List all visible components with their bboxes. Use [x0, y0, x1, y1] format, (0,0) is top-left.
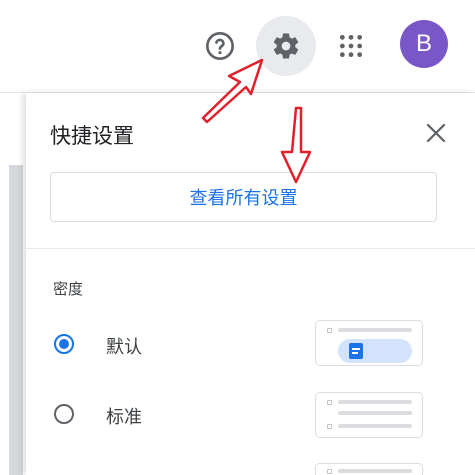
radio-button-standard[interactable]: [54, 404, 74, 424]
apps-grid-icon: [339, 34, 363, 58]
help-button[interactable]: [198, 24, 242, 68]
see-all-settings-button[interactable]: 查看所有设置: [50, 172, 437, 222]
panel-title: 快捷设置: [50, 124, 134, 148]
density-preview-default: [315, 320, 423, 366]
account-avatar[interactable]: B: [400, 20, 448, 68]
panel-divider: [26, 248, 475, 249]
document-icon: [349, 343, 363, 359]
help-circle-icon: [206, 32, 234, 60]
density-preview-standard: [315, 392, 423, 438]
density-section-label: 密度: [53, 280, 84, 298]
density-option-label: 标准: [106, 407, 142, 428]
density-option-label: 默认: [106, 337, 142, 358]
gear-icon: [273, 33, 299, 59]
close-icon: [426, 123, 446, 143]
background-content: [0, 93, 26, 475]
density-preview-compact: [315, 463, 423, 475]
apps-button[interactable]: [329, 24, 373, 68]
background-scroll-strip: [9, 165, 23, 475]
settings-button[interactable]: [256, 16, 316, 76]
quick-settings-panel: 快捷设置 查看所有设置 密度 默认 标准: [26, 93, 475, 475]
attachment-chip: [338, 339, 412, 363]
close-button[interactable]: [422, 119, 450, 147]
top-header: B: [0, 0, 475, 93]
avatar-initial: B: [415, 30, 432, 57]
radio-button-default[interactable]: [54, 334, 74, 354]
